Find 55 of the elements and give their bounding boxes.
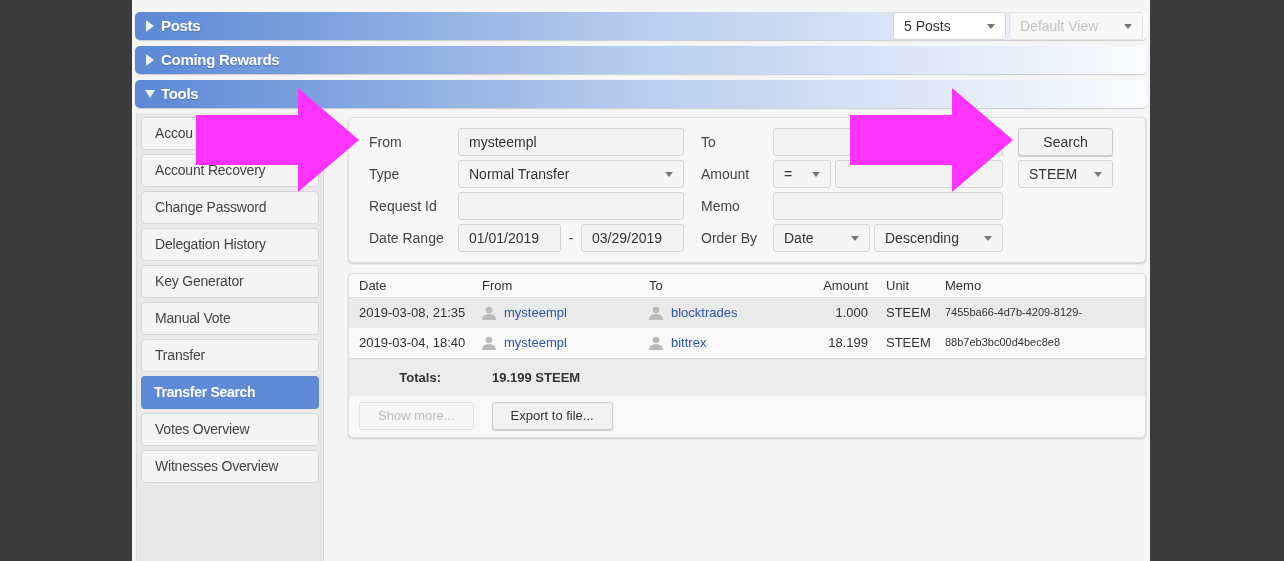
sidebar-item[interactable]: Votes Overview [141, 413, 319, 446]
sidebar-item[interactable]: Transfer [141, 339, 319, 372]
user-icon [649, 306, 663, 320]
section-title: Posts [161, 15, 201, 36]
start-date-field[interactable]: 01/01/2019 [458, 224, 561, 252]
field-label: Type [369, 164, 401, 184]
caret-icon [812, 171, 820, 177]
expanded-caret-icon [145, 88, 155, 100]
user-icon [482, 336, 496, 350]
field-label: Date Range [369, 228, 445, 248]
field-label: Request Id [369, 196, 438, 216]
sidebar-item[interactable]: Delegation History [141, 228, 319, 261]
section-title: Coming Rewards [161, 49, 280, 70]
collapsed-caret-icon [145, 20, 155, 32]
user-link[interactable]: mysteempl [504, 333, 567, 353]
search-button[interactable]: Search [1018, 128, 1113, 156]
caret-icon [851, 235, 859, 241]
memo-field[interactable] [773, 192, 1003, 220]
field-label: To [701, 132, 717, 152]
caret-icon [1124, 23, 1132, 29]
sidebar-item[interactable]: Key Generator [141, 265, 319, 298]
table-cell: 88b7eb3bc00d4bec8e8 [945, 328, 1145, 358]
user-icon [649, 336, 663, 350]
table-cell: 1.000 [804, 298, 868, 328]
from-field[interactable]: mysteempl [458, 128, 684, 156]
range-separator: - [567, 228, 575, 248]
field-label: Memo [701, 196, 741, 216]
table-cell: STEEM [868, 298, 945, 328]
request-id-field[interactable] [458, 192, 684, 220]
section-title: Tools [161, 83, 199, 104]
order-direction-select[interactable]: Descending [874, 224, 1003, 252]
field-label: Order By [701, 228, 758, 248]
sidebar-item[interactable]: Manual Vote [141, 302, 319, 335]
operator-select[interactable]: = [773, 160, 831, 188]
user-link[interactable]: bittrex [671, 333, 707, 353]
caret-icon [665, 171, 673, 177]
table-cell: 7455ba66-4d7b-4209-8129- [945, 298, 1145, 328]
totals-label: Totals: [398, 368, 441, 387]
caret-icon [987, 23, 995, 29]
sidebar-item[interactable]: Witnesses Overview [141, 450, 319, 483]
field-label: From [369, 132, 403, 152]
view-select[interactable]: 5 Posts [893, 12, 1006, 40]
totals-value: 19.199 STEEM [492, 368, 581, 387]
end-date-field[interactable]: 03/29/2019 [581, 224, 684, 252]
currency-select[interactable]: STEEM [1018, 160, 1113, 188]
caret-icon [1094, 171, 1102, 177]
field-label: Amount [701, 164, 751, 184]
user-icon [482, 306, 496, 320]
table-cell: 2019-03-08, 21:35 [349, 298, 482, 328]
type-select[interactable]: Normal Transfer [458, 160, 684, 188]
order-field-select[interactable]: Date [773, 224, 870, 252]
export-button[interactable]: Export to file... [491, 402, 613, 430]
sidebar-item[interactable]: Change Password [141, 191, 319, 224]
collapsed-caret-icon [145, 54, 155, 66]
caret-icon [984, 235, 992, 241]
